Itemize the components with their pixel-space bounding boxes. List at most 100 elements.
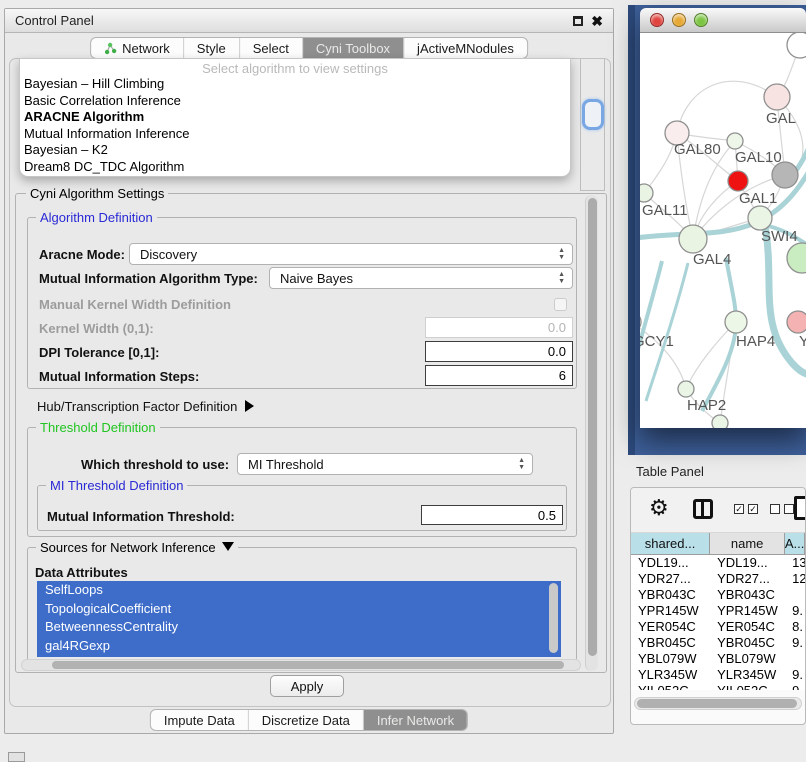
aracne-mode-select[interactable]: Discovery ▲▼: [129, 243, 573, 265]
network-node-gal[interactable]: [764, 84, 790, 110]
minimized-panel-icon[interactable]: [8, 752, 25, 762]
unchecked-checkbox-icon[interactable]: [770, 504, 780, 514]
attribute-list-item[interactable]: gal4RGexp: [37, 637, 561, 656]
table-cell: YBR045C: [710, 635, 785, 651]
manual-kernel-label: Manual Kernel Width Definition: [39, 297, 231, 312]
dpi-tolerance-input[interactable]: 0.0: [425, 341, 573, 362]
table-toolbar: ⚙ ✓ ✓: [631, 488, 805, 533]
mi-type-value: Naive Bayes: [280, 271, 353, 286]
table-row[interactable]: YBR045CYBR045C9.: [631, 635, 805, 651]
table-cell: 8.: [785, 619, 805, 635]
split-columns-icon[interactable]: [693, 499, 713, 519]
tab-network[interactable]: Network: [91, 38, 184, 58]
data-attributes-list[interactable]: SelfLoopsTopologicalCoefficientBetweenne…: [37, 581, 561, 657]
node-label: GAL4: [693, 251, 731, 268]
table-cell: YBR045C: [631, 635, 710, 651]
manual-kernel-checkbox[interactable]: [554, 298, 567, 311]
tab-cyni-toolbox[interactable]: Cyni Toolbox: [303, 38, 404, 58]
algorithm-option[interactable]: Mutual Information Inference: [20, 126, 570, 143]
network-node-y[interactable]: [787, 311, 806, 333]
algorithm-option[interactable]: ARACNE Algorithm: [20, 109, 570, 126]
list-scrollbar[interactable]: [549, 583, 558, 653]
close-traffic-light[interactable]: [650, 13, 664, 27]
sources-group-title[interactable]: Sources for Network Inference: [36, 540, 238, 555]
node-label: GAL1: [739, 190, 777, 207]
column-header-A[interactable]: A...: [785, 533, 805, 554]
table-horizontal-scrollbar[interactable]: [634, 697, 802, 710]
hub-tf-expander[interactable]: Hub/Transcription Factor Definition: [37, 399, 254, 414]
unchecked-checkbox-icon[interactable]: [784, 504, 794, 514]
table-row[interactable]: YIL052CYIL052C9: [631, 683, 805, 690]
table-cell: YER054C: [631, 619, 710, 635]
network-node-gal10[interactable]: [727, 133, 743, 149]
minimize-traffic-light[interactable]: [672, 13, 686, 27]
which-threshold-select[interactable]: MI Threshold ▲▼: [237, 453, 533, 475]
attribute-list-item[interactable]: SelfLoops: [37, 581, 561, 600]
network-node[interactable]: [772, 162, 798, 188]
column-header-name[interactable]: name: [710, 533, 785, 554]
table-row[interactable]: YER054CYER054C8.: [631, 619, 805, 635]
tab-label: Discretize Data: [262, 713, 350, 728]
network-node-gal1[interactable]: [728, 171, 748, 191]
apply-button[interactable]: Apply: [270, 675, 344, 697]
table-cell: YLR345W: [631, 667, 710, 683]
table-cell: YBL079W: [631, 651, 710, 667]
bottom-tab-infer-network[interactable]: Infer Network: [364, 710, 467, 730]
table-row[interactable]: YBR043CYBR043C: [631, 587, 805, 603]
table-cell: 13: [785, 555, 805, 571]
data-attributes-label: Data Attributes: [35, 565, 128, 580]
checked-checkbox-icon[interactable]: ✓: [734, 504, 744, 514]
mi-steps-input[interactable]: 6: [425, 365, 573, 386]
tab-select[interactable]: Select: [240, 38, 303, 58]
control-panel-tab-bar: NetworkStyleSelectCyni ToolboxjActiveMNo…: [90, 37, 528, 59]
settings-vertical-scrollbar[interactable]: [585, 195, 598, 671]
table-cell: YDL19...: [631, 555, 710, 571]
network-node-gal11[interactable]: [640, 184, 653, 202]
settings-horizontal-scrollbar[interactable]: [21, 659, 581, 671]
checked-checkbox-icon[interactable]: ✓: [748, 504, 758, 514]
table-row[interactable]: YDL19...YDL19...13: [631, 555, 805, 571]
algorithm-option[interactable]: Basic Correlation Inference: [20, 93, 570, 110]
table-cell: YIL052C: [631, 683, 710, 690]
network-edge: [677, 81, 777, 133]
tab-label: Impute Data: [164, 713, 235, 728]
network-node[interactable]: [787, 243, 806, 273]
network-node-gal4[interactable]: [679, 225, 707, 253]
table-row[interactable]: YDR27...YDR27...12: [631, 571, 805, 587]
attribute-list-item[interactable]: BetweennessCentrality: [37, 618, 561, 637]
tab-style[interactable]: Style: [184, 38, 240, 58]
network-node-hap4[interactable]: [725, 311, 747, 333]
network-node-hap2[interactable]: [678, 381, 694, 397]
zoom-traffic-light[interactable]: [694, 13, 708, 27]
bottom-tab-discretize-data[interactable]: Discretize Data: [249, 710, 364, 730]
gear-icon[interactable]: ⚙: [649, 497, 669, 519]
mi-threshold-definition-title: MI Threshold Definition: [46, 478, 187, 493]
table-row[interactable]: YPR145WYPR145W9.: [631, 603, 805, 619]
algorithm-option[interactable]: Bayesian – K2: [20, 142, 570, 159]
network-node[interactable]: [787, 33, 806, 58]
dpi-tolerance-value: 0.0: [548, 344, 566, 359]
algorithm-dropdown-list: Select algorithm to view settings Bayesi…: [19, 58, 571, 177]
network-edge: [640, 261, 662, 371]
network-canvas[interactable]: GALGAL80GAL10GAL1GAL11SWI4GAL4GCY1HAP4YH…: [640, 33, 806, 428]
bottom-tab-impute-data[interactable]: Impute Data: [151, 710, 249, 730]
mi-threshold-value: 0.5: [538, 508, 556, 523]
tab-jactivemnodules[interactable]: jActiveMNodules: [404, 38, 527, 58]
network-node[interactable]: [712, 415, 728, 428]
mi-type-select[interactable]: Naive Bayes ▲▼: [269, 267, 573, 289]
algorithm-option[interactable]: Bayesian – Hill Climbing: [20, 76, 570, 93]
attribute-list-item[interactable]: TopologicalCoefficient: [37, 600, 561, 619]
network-node-swi4[interactable]: [748, 206, 772, 230]
column-header-shared[interactable]: shared...: [631, 533, 710, 554]
dropdown-prompt: Select algorithm to view settings: [20, 61, 570, 76]
algorithm-option[interactable]: Dream8 DC_TDC Algorithm: [20, 159, 570, 176]
table-row[interactable]: YBL079WYBL079W: [631, 651, 805, 667]
table-row[interactable]: YLR345WYLR345W9.: [631, 667, 805, 683]
mi-steps-value: 6: [559, 368, 566, 383]
document-icon[interactable]: [794, 496, 806, 520]
node-label: Y: [799, 333, 806, 350]
mi-threshold-input[interactable]: 0.5: [421, 505, 563, 525]
table-cell: YLR345W: [710, 667, 785, 683]
float-panel-icon[interactable]: [573, 16, 583, 26]
close-panel-icon[interactable]: ✖: [591, 16, 603, 26]
